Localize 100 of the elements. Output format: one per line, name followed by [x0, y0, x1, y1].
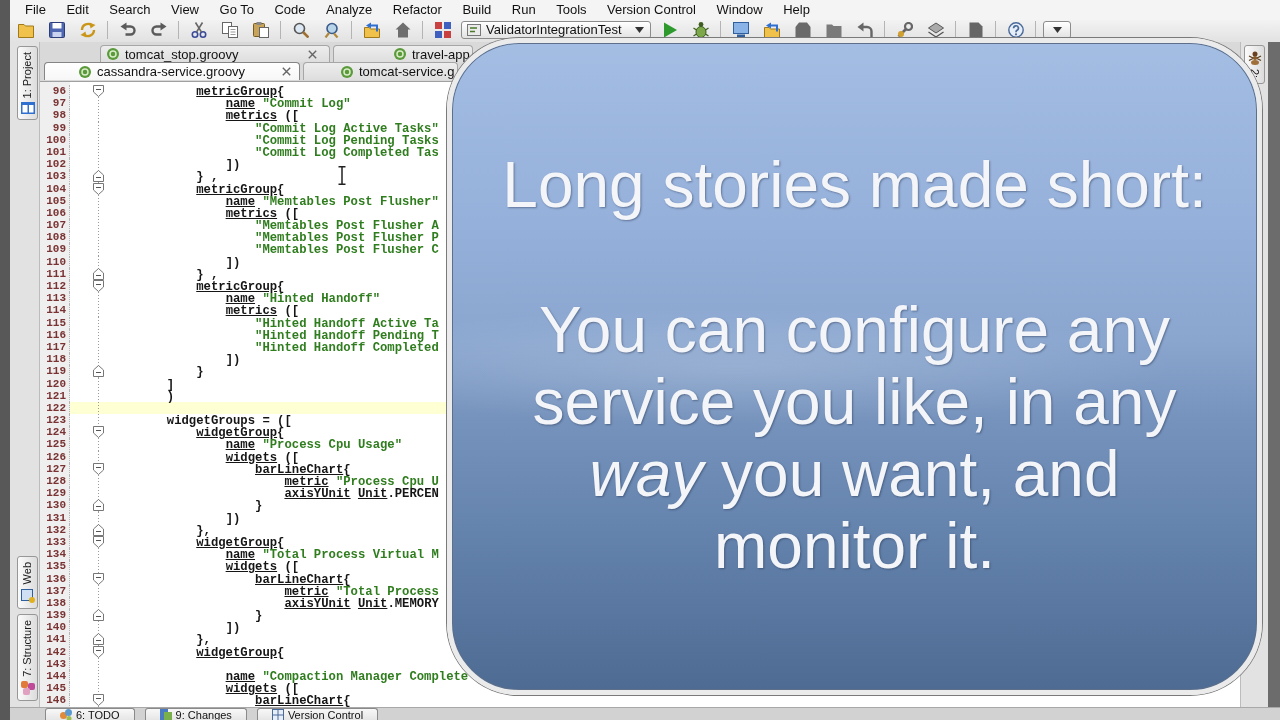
line-number: 104: [46, 182, 66, 195]
close-icon[interactable]: [282, 67, 291, 76]
line-number: 110: [46, 255, 66, 268]
fold-marker-icon[interactable]: [93, 462, 104, 475]
code-line: ]): [225, 353, 241, 368]
return-arrow-icon[interactable]: [856, 21, 873, 38]
menu-item[interactable]: Window: [716, 2, 763, 18]
code-line: metrics ([: [225, 109, 300, 124]
folder-arrow-icon[interactable]: [763, 21, 780, 38]
file-tab[interactable]: tomcat-service.g: [303, 62, 458, 80]
line-number: 135: [46, 560, 66, 573]
line-number: 108: [46, 231, 66, 244]
code-line: }: [255, 499, 263, 514]
fold-marker-icon[interactable]: [93, 85, 104, 97]
fold-marker-icon[interactable]: [93, 694, 104, 707]
code-line: } ,: [196, 267, 219, 282]
menu-item[interactable]: File: [25, 2, 46, 18]
line-number: 146: [46, 694, 66, 707]
line-number: 105: [46, 194, 66, 207]
fold-marker-icon[interactable]: [93, 572, 104, 585]
line-number: 130: [46, 499, 66, 512]
line-number: 98: [52, 109, 66, 122]
menu-item[interactable]: Search: [109, 2, 151, 18]
form-icon: [467, 22, 481, 37]
menu-item[interactable]: Edit: [66, 2, 89, 18]
copy-icon[interactable]: [221, 21, 238, 38]
cut-icon[interactable]: [190, 21, 207, 38]
fold-marker-icon[interactable]: [93, 633, 104, 646]
run-config-dropdown[interactable]: ValidatorIntegrationTest: [461, 20, 651, 39]
fold-marker-icon[interactable]: [93, 170, 104, 183]
layers-icon[interactable]: [927, 21, 944, 38]
monitor-icon[interactable]: [732, 21, 749, 38]
undo-icon[interactable]: [119, 21, 136, 38]
grid-icon[interactable]: [434, 21, 451, 38]
line-number: 145: [46, 682, 66, 695]
file-type-icon: [341, 65, 353, 78]
fold-marker-icon[interactable]: [93, 182, 104, 195]
search-icon[interactable]: [292, 21, 309, 38]
ant-icon: [1247, 51, 1262, 65]
line-number: 142: [46, 645, 66, 658]
fold-marker-icon[interactable]: [93, 280, 104, 292]
text-cursor-icon: [338, 166, 346, 185]
tool-window-tab[interactable]: 1: Project: [17, 46, 38, 121]
fold-marker-icon[interactable]: [93, 267, 104, 280]
menu-item[interactable]: Build: [462, 2, 492, 18]
line-number: 119: [46, 365, 66, 378]
bug-icon[interactable]: [692, 21, 709, 38]
menu-item[interactable]: Tools: [556, 2, 587, 18]
code-line: }: [255, 609, 263, 624]
fold-marker-icon[interactable]: [93, 499, 104, 512]
fold-marker-icon[interactable]: [93, 365, 104, 378]
line-number: 132: [46, 523, 66, 536]
close-icon[interactable]: [308, 49, 317, 59]
callout-text: You can configure any service you like, in any way you want, and monitor it.: [531, 294, 1178, 582]
tool-window-button[interactable]: 6: TODO: [45, 707, 135, 720]
tool-window-tab[interactable]: Web: [17, 556, 38, 609]
file-tab[interactable]: tomcat_stop.groovy: [100, 45, 330, 62]
panel-icon: [20, 102, 35, 115]
menu-item[interactable]: Code: [274, 2, 306, 18]
line-number: 96: [52, 85, 66, 97]
line-number: 99: [52, 121, 66, 134]
menu-item[interactable]: View: [171, 2, 199, 18]
line-number: 111: [46, 267, 66, 280]
menu-item[interactable]: Analyze: [326, 2, 373, 18]
line-number: 114: [46, 304, 66, 317]
file-tab[interactable]: cassandra-service.groovy: [44, 62, 300, 80]
save-icon[interactable]: [48, 21, 65, 38]
redo-icon[interactable]: [150, 21, 167, 38]
line-number: 141: [46, 633, 66, 646]
fold-marker-icon[interactable]: [93, 609, 104, 622]
tool-window-button[interactable]: 9: Changes: [144, 707, 247, 720]
help-icon[interactable]: [1007, 21, 1024, 38]
toolbar-dropdown-button[interactable]: [1043, 20, 1071, 39]
menu-item[interactable]: Run: [511, 2, 536, 18]
menu-item[interactable]: Go To: [219, 2, 254, 18]
code-line: metricGroup{: [196, 280, 285, 294]
paste-icon[interactable]: [252, 21, 269, 38]
fold-marker-icon[interactable]: [93, 535, 104, 548]
line-number: 138: [46, 596, 66, 609]
tool-window-tab[interactable]: 7: Structure: [17, 613, 38, 701]
menu-item[interactable]: Help: [783, 2, 810, 18]
folder-arrow-icon[interactable]: [363, 21, 380, 38]
line-number: 103: [46, 170, 66, 183]
magnifier-icon[interactable]: [323, 21, 340, 38]
code-line: metrics ([: [225, 206, 300, 221]
code-line: axisYUnit Unit.MEMORY: [284, 596, 439, 611]
fold-marker-icon[interactable]: [93, 523, 104, 536]
line-number: 129: [46, 487, 66, 500]
line-number: 101: [46, 145, 66, 158]
line-number: 115: [46, 316, 66, 329]
house-icon[interactable]: [394, 21, 411, 38]
line-number: 97: [52, 97, 66, 110]
fold-marker-icon[interactable]: [93, 645, 104, 658]
fold-marker-icon[interactable]: [93, 426, 104, 439]
line-number: 102: [46, 158, 66, 171]
line-number: 140: [46, 621, 66, 634]
tool-window-button[interactable]: Version Control: [256, 707, 379, 720]
file-tab[interactable]: travel-app: [333, 45, 473, 62]
menu-item[interactable]: Version Control: [607, 2, 696, 18]
menu-item[interactable]: Refactor: [392, 2, 442, 18]
